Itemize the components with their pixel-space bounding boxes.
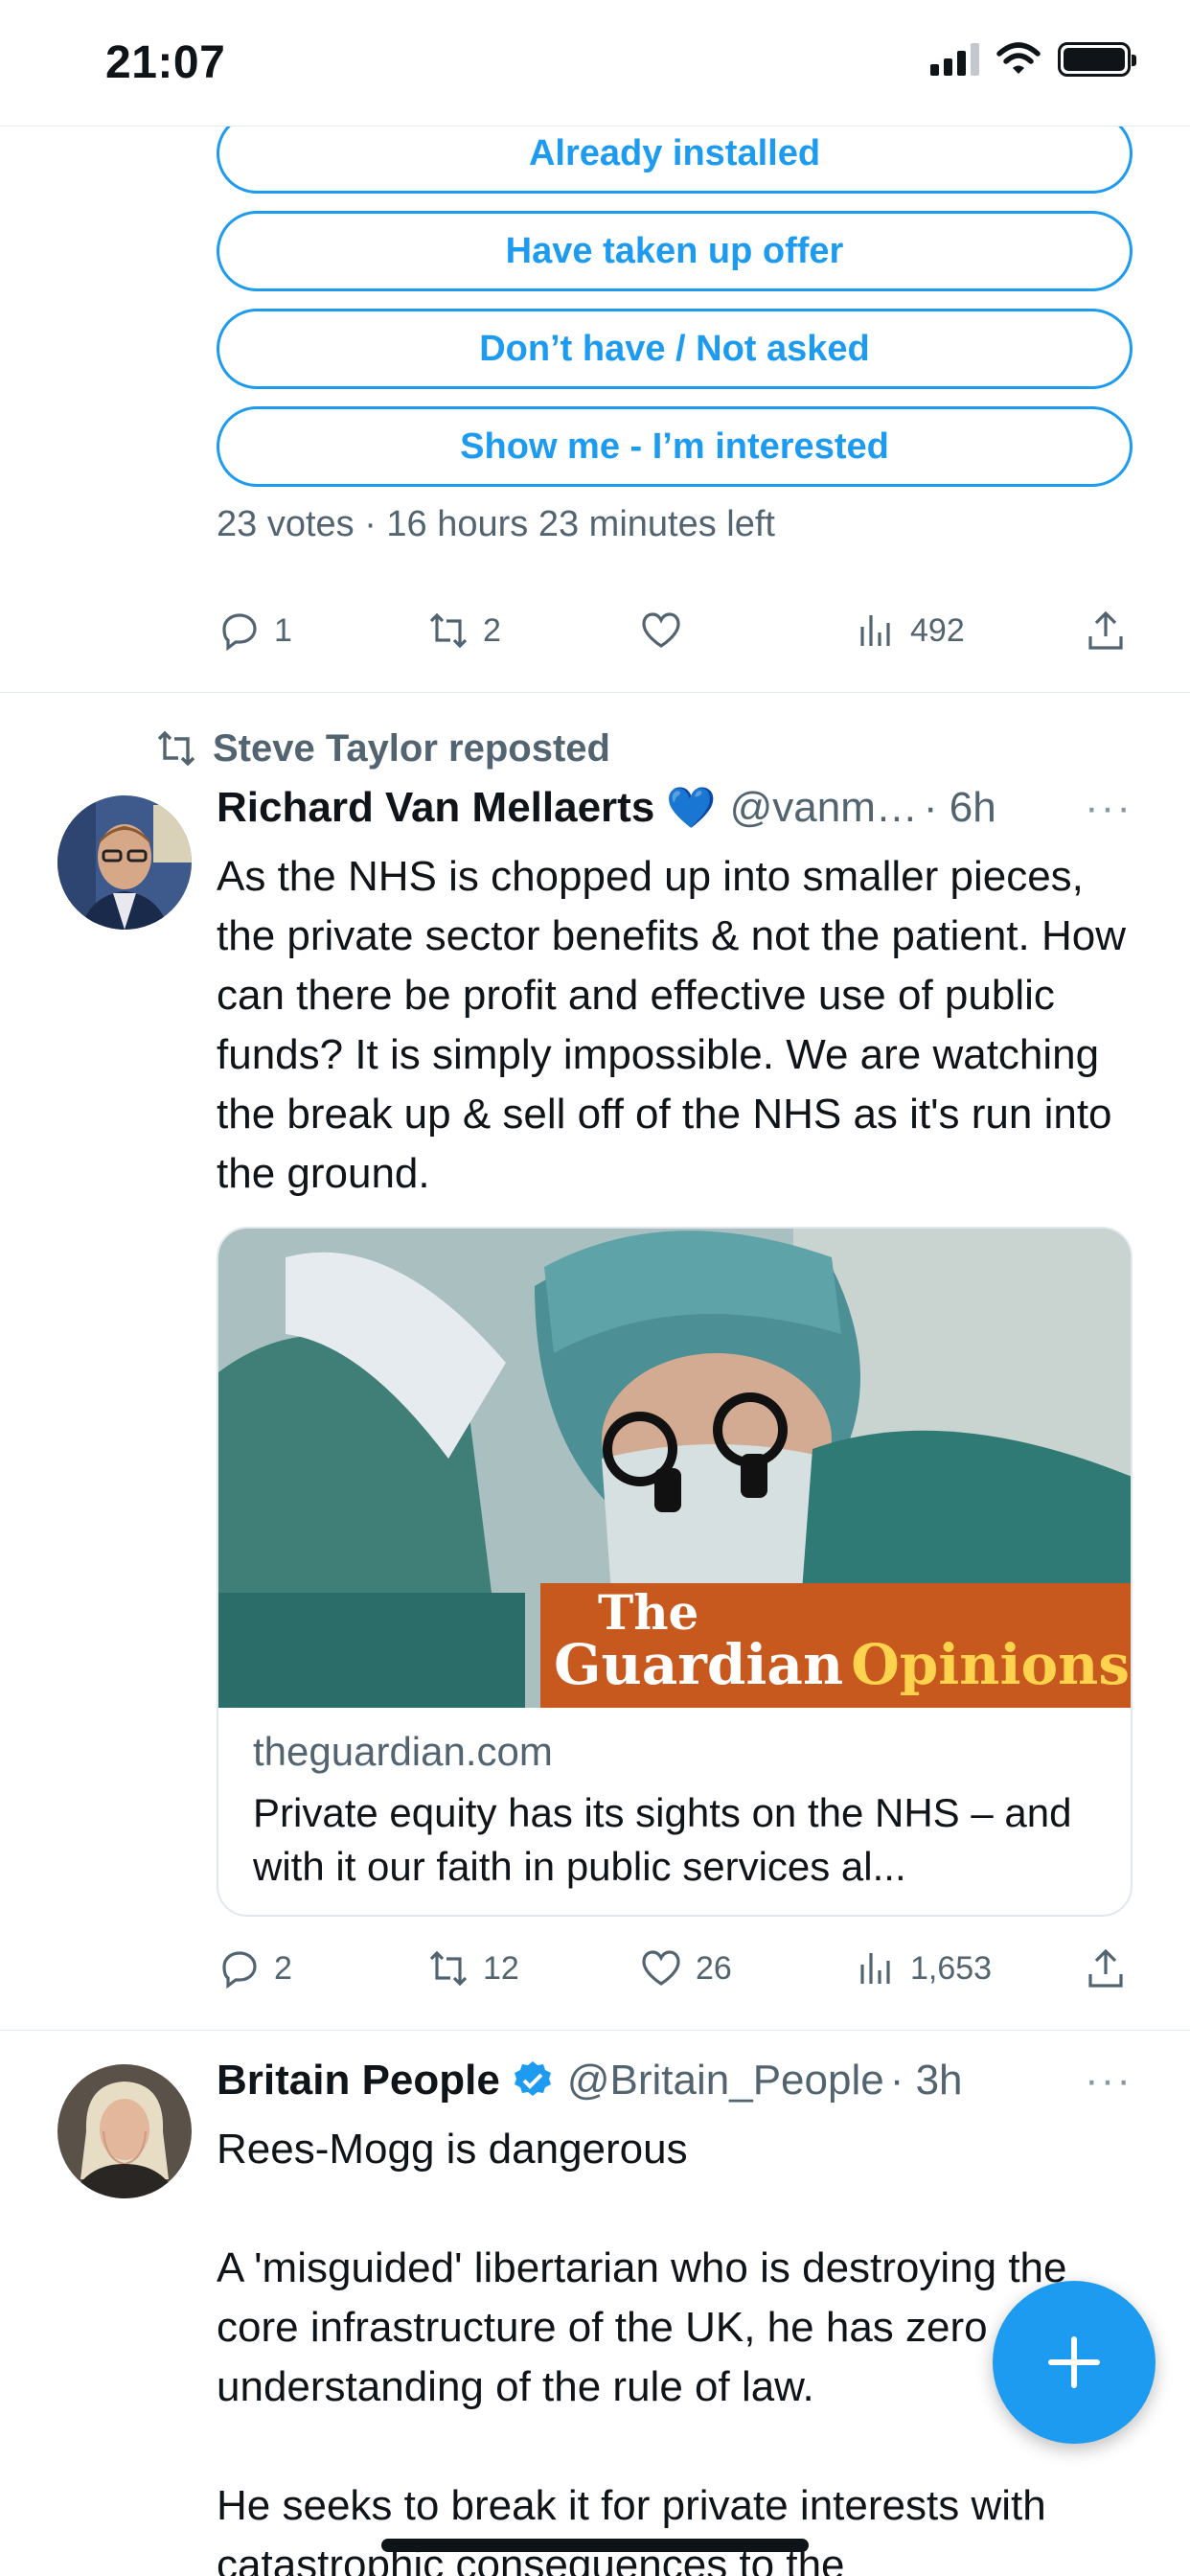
views-button[interactable]: 1,653 — [853, 1945, 992, 1991]
author-handle[interactable]: @vanm… — [730, 784, 918, 832]
poll-option-taken-up-offer[interactable]: Have taken up offer — [217, 211, 1133, 291]
views-count: 1,653 — [910, 1949, 993, 1987]
author-name[interactable]: Richard Van Mellaerts — [217, 784, 654, 832]
tweet-paragraph: Rees-Mogg is dangerous — [217, 2126, 688, 2173]
like-icon — [642, 612, 680, 648]
compose-plus-icon — [1048, 2336, 1100, 2388]
repost-icon — [429, 612, 468, 649]
views-count: 492 — [910, 611, 965, 649]
avatar[interactable] — [57, 2064, 192, 2198]
tweet-header: Britain People @Britain_People · 3h — [217, 2057, 963, 2104]
guardian-opinions-banner: The Guardian Opinions — [540, 1583, 1131, 1708]
tweet-header: Richard Van Mellaerts 💙 @vanm… · 6h — [217, 784, 996, 832]
wifi-icon — [996, 42, 1041, 74]
link-card-image: The Guardian Opinions — [218, 1229, 1131, 1708]
status-bar: 21:07 — [0, 0, 1190, 126]
like-button[interactable]: 26 — [638, 1945, 732, 1991]
author-name[interactable]: Britain People — [217, 2057, 500, 2104]
blue-heart-emoji: 💙 — [666, 784, 717, 830]
tweet-actions: 2 12 26 1,653 — [217, 1940, 1136, 1997]
tweet-paragraph: He seeks to break it for private interes… — [217, 2482, 1046, 2576]
repost-label: Steve Taylor reposted — [213, 726, 610, 770]
compose-button[interactable] — [993, 2281, 1156, 2444]
cellular-signal-icon — [930, 43, 979, 76]
share-icon — [1088, 610, 1123, 650]
status-icons — [930, 42, 1136, 77]
repost-icon — [157, 730, 195, 767]
views-button[interactable]: 492 — [853, 608, 965, 654]
tweet-time: · 3h — [889, 2057, 963, 2104]
repost-count: 2 — [483, 611, 501, 649]
verified-icon — [514, 2061, 551, 2096]
repost-icon — [429, 1950, 468, 1987]
guardian-brand-opinions: Opinions — [851, 1632, 1131, 1697]
share-button[interactable] — [1083, 608, 1129, 654]
avatar-image — [57, 795, 192, 930]
views-icon — [860, 615, 890, 646]
share-icon — [1088, 1948, 1123, 1988]
avatar[interactable] — [57, 795, 192, 930]
more-options-button[interactable]: ··· — [1085, 784, 1133, 832]
poll-option-not-asked[interactable]: Don’t have / Not asked — [217, 309, 1133, 389]
status-time: 21:07 — [105, 37, 226, 88]
guardian-brand-the: The — [598, 1584, 699, 1641]
reply-button[interactable]: 2 — [217, 1945, 292, 1991]
poll-option-interested[interactable]: Show me - I’m interested — [217, 406, 1133, 487]
reply-count: 1 — [274, 611, 292, 649]
reply-icon — [222, 613, 257, 652]
link-card-domain: theguardian.com — [253, 1729, 553, 1774]
like-button[interactable] — [638, 608, 696, 654]
guardian-brand-logo: Guardian Opinions — [554, 1635, 1130, 1694]
repost-indicator[interactable]: Steve Taylor reposted — [153, 725, 610, 771]
tweet-time: · 6h — [923, 784, 996, 831]
repost-count: 12 — [483, 1949, 519, 1987]
tweet-paragraph: A 'misguided' libertarian who is destroy… — [217, 2244, 1067, 2410]
more-options-button[interactable]: ··· — [1085, 2057, 1133, 2104]
guardian-brand-guardian: Guardian — [554, 1632, 844, 1697]
reply-count: 2 — [274, 1949, 292, 1987]
poll-meta: 23 votes · 16 hours 23 minutes left — [217, 504, 775, 544]
repost-button[interactable]: 12 — [425, 1945, 519, 1991]
repost-button[interactable]: 2 — [425, 608, 501, 654]
reply-icon — [222, 1951, 257, 1990]
poll: Already installed Have taken up offer Do… — [217, 113, 1133, 545]
link-card[interactable]: The Guardian Opinions theguardian.com Pri… — [217, 1227, 1133, 1917]
share-button[interactable] — [1083, 1945, 1129, 1991]
author-handle[interactable]: @Britain_People — [567, 2057, 884, 2104]
home-indicator[interactable] — [381, 2539, 809, 2552]
like-count: 26 — [696, 1949, 732, 1987]
poll-tweet-actions: 1 2 492 — [217, 602, 1136, 659]
like-icon — [642, 1950, 680, 1986]
tweet-text: Rees-Mogg is dangerous A 'misguided' lib… — [217, 2120, 1079, 2576]
divider — [0, 692, 1190, 693]
link-card-title: Private equity has its sights on the NHS… — [253, 1790, 1072, 1889]
divider — [0, 2030, 1190, 2031]
tweet-text: As the NHS is chopped up into smaller pi… — [217, 853, 1126, 1197]
reply-button[interactable]: 1 — [217, 608, 292, 654]
views-icon — [860, 1953, 890, 1984]
battery-icon — [1058, 42, 1136, 77]
avatar-image — [57, 2064, 192, 2198]
